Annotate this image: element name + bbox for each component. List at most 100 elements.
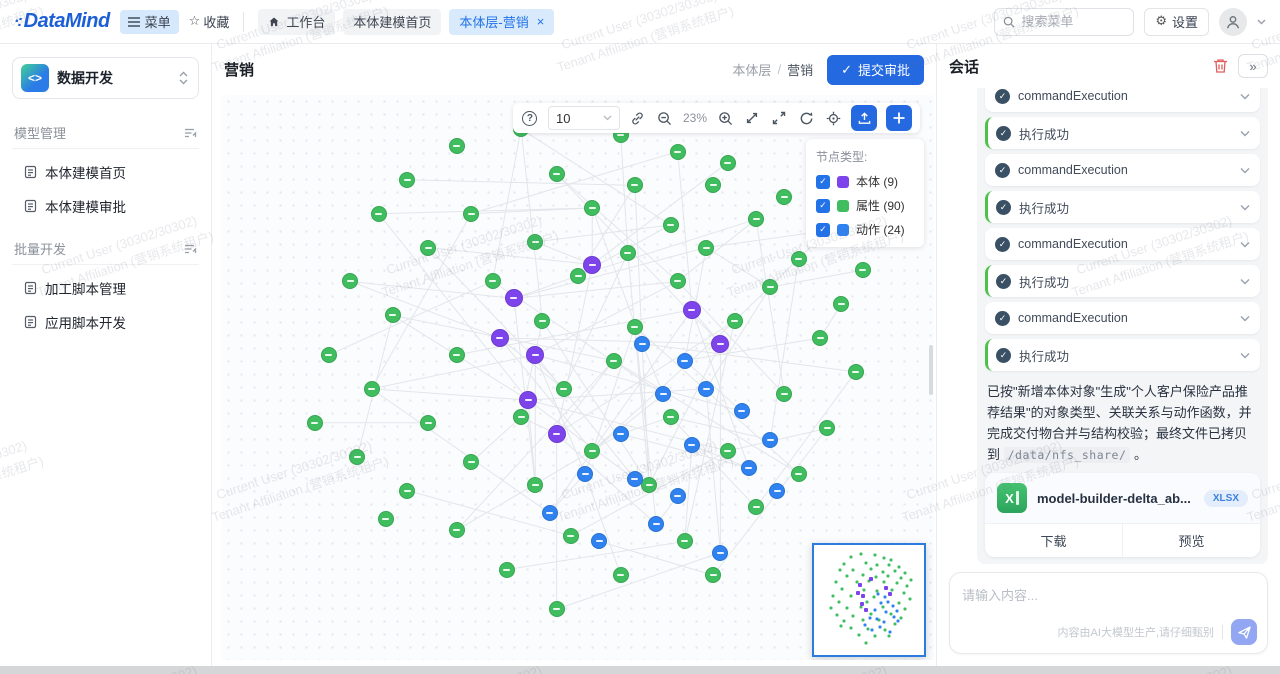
graph-node-attribute[interactable] — [385, 307, 401, 323]
graph-node-attribute[interactable] — [705, 567, 721, 583]
sidebar-item-应用脚本开发[interactable]: 应用脚本开发 — [12, 305, 199, 339]
graph-node-attribute[interactable] — [705, 177, 721, 193]
zoom-in-icon[interactable] — [716, 109, 734, 127]
help-icon[interactable]: ? — [521, 109, 539, 127]
conversation-scroll-area[interactable]: ✓commandExecution ✓执行成功 ✓commandExecution ✓… — [937, 88, 1280, 564]
graph-node-action[interactable] — [684, 437, 700, 453]
graph-node-ontology[interactable] — [526, 346, 544, 364]
graph-node-attribute[interactable] — [349, 449, 365, 465]
graph-node-attribute[interactable] — [463, 454, 479, 470]
graph-canvas[interactable]: ? 10 23% 节点类型: ✓本体 (9)✓属性 (90)✓动作 (24) — [222, 95, 934, 660]
graph-node-action[interactable] — [591, 533, 607, 549]
execution-card[interactable]: ✓执行成功 — [985, 117, 1260, 149]
search-input[interactable] — [1021, 14, 1125, 29]
graph-node-ontology[interactable] — [519, 391, 537, 409]
legend-checkbox[interactable]: ✓ — [816, 175, 830, 189]
graph-node-action[interactable] — [670, 488, 686, 504]
fullscreen-icon[interactable] — [770, 109, 788, 127]
graph-node-attribute[interactable] — [748, 211, 764, 227]
graph-node-attribute[interactable] — [321, 347, 337, 363]
graph-node-attribute[interactable] — [727, 313, 743, 329]
graph-node-action[interactable] — [677, 353, 693, 369]
graph-node-attribute[interactable] — [791, 466, 807, 482]
menu-button[interactable]: 菜单 — [120, 10, 179, 34]
collapse-lines-icon[interactable] — [185, 128, 197, 138]
graph-node-attribute[interactable] — [670, 273, 686, 289]
graph-node-ontology[interactable] — [683, 301, 701, 319]
graph-node-action[interactable] — [741, 460, 757, 476]
sidebar-item-本体建模首页[interactable]: 本体建模首页 — [12, 155, 199, 189]
clear-conversation-button[interactable] — [1213, 58, 1228, 74]
chevron-down-icon[interactable] — [1240, 167, 1250, 174]
graph-node-attribute[interactable] — [570, 268, 586, 284]
add-node-button[interactable] — [886, 105, 912, 131]
legend-checkbox[interactable]: ✓ — [816, 199, 830, 213]
graph-node-attribute[interactable] — [378, 511, 394, 527]
graph-node-attribute[interactable] — [613, 567, 629, 583]
graph-node-attribute[interactable] — [420, 240, 436, 256]
graph-node-attribute[interactable] — [677, 533, 693, 549]
graph-node-attribute[interactable] — [776, 189, 792, 205]
graph-node-ontology[interactable] — [711, 335, 729, 353]
graph-node-attribute[interactable] — [499, 562, 515, 578]
graph-node-attribute[interactable] — [556, 381, 572, 397]
collapse-lines-icon[interactable] — [185, 244, 197, 254]
graph-node-attribute[interactable] — [371, 206, 387, 222]
graph-node-attribute[interactable] — [584, 443, 600, 459]
graph-node-attribute[interactable] — [485, 273, 501, 289]
graph-node-attribute[interactable] — [307, 415, 323, 431]
zoom-out-icon[interactable] — [656, 109, 674, 127]
graph-node-ontology[interactable] — [505, 289, 523, 307]
graph-node-action[interactable] — [762, 432, 778, 448]
breadcrumb-parent[interactable]: 本体层 — [732, 60, 771, 79]
graph-node-attribute[interactable] — [584, 200, 600, 216]
graph-node-action[interactable] — [627, 471, 643, 487]
legend-row-属性 (90)[interactable]: ✓属性 (90) — [816, 197, 914, 214]
collapse-panel-button[interactable]: » — [1238, 54, 1268, 78]
graph-node-attribute[interactable] — [720, 443, 736, 459]
graph-node-attribute[interactable] — [342, 273, 358, 289]
graph-node-attribute[interactable] — [720, 155, 736, 171]
favorites-button[interactable]: ☆ 收藏 — [189, 12, 230, 31]
graph-node-ontology[interactable] — [491, 329, 509, 347]
graph-node-attribute[interactable] — [534, 313, 550, 329]
fit-view-icon[interactable] — [743, 109, 761, 127]
graph-node-attribute[interactable] — [563, 528, 579, 544]
graph-node-attribute[interactable] — [819, 420, 835, 436]
graph-node-attribute[interactable] — [463, 206, 479, 222]
download-button[interactable]: 下载 — [985, 524, 1122, 557]
graph-node-attribute[interactable] — [627, 319, 643, 335]
execution-card[interactable]: ✓执行成功 — [985, 265, 1260, 297]
graph-node-attribute[interactable] — [663, 217, 679, 233]
graph-node-attribute[interactable] — [620, 245, 636, 261]
chevron-down-icon[interactable] — [1240, 315, 1250, 322]
preview-button[interactable]: 预览 — [1123, 524, 1260, 557]
tab-本体建模首页[interactable]: 本体建模首页 — [343, 9, 441, 35]
tab-工作台[interactable]: 工作台 — [258, 9, 335, 35]
avatar-chevron-icon[interactable] — [1257, 19, 1266, 25]
graph-node-action[interactable] — [648, 516, 664, 532]
graph-node-attribute[interactable] — [420, 415, 436, 431]
graph-node-attribute[interactable] — [776, 386, 792, 402]
graph-node-attribute[interactable] — [549, 601, 565, 617]
graph-node-attribute[interactable] — [641, 477, 657, 493]
chevron-down-icon[interactable] — [1240, 241, 1250, 248]
graph-node-attribute[interactable] — [527, 234, 543, 250]
node-count-select[interactable]: 10 — [548, 106, 620, 130]
chevron-down-icon[interactable] — [1240, 204, 1250, 211]
execution-card[interactable]: ✓commandExecution — [985, 228, 1260, 260]
graph-node-attribute[interactable] — [762, 279, 778, 295]
execution-card[interactable]: ✓commandExecution — [985, 154, 1260, 186]
export-button[interactable] — [851, 105, 877, 131]
graph-node-action[interactable] — [655, 386, 671, 402]
graph-node-attribute[interactable] — [513, 409, 529, 425]
submit-approval-button[interactable]: ✓ 提交审批 — [827, 55, 924, 85]
graph-node-attribute[interactable] — [364, 381, 380, 397]
chevron-down-icon[interactable] — [1240, 93, 1250, 100]
app-switcher[interactable]: <> 数据开发 — [12, 57, 199, 99]
graph-node-attribute[interactable] — [855, 262, 871, 278]
refresh-icon[interactable] — [797, 109, 815, 127]
graph-node-attribute[interactable] — [399, 172, 415, 188]
graph-node-attribute[interactable] — [812, 330, 828, 346]
graph-node-attribute[interactable] — [449, 347, 465, 363]
